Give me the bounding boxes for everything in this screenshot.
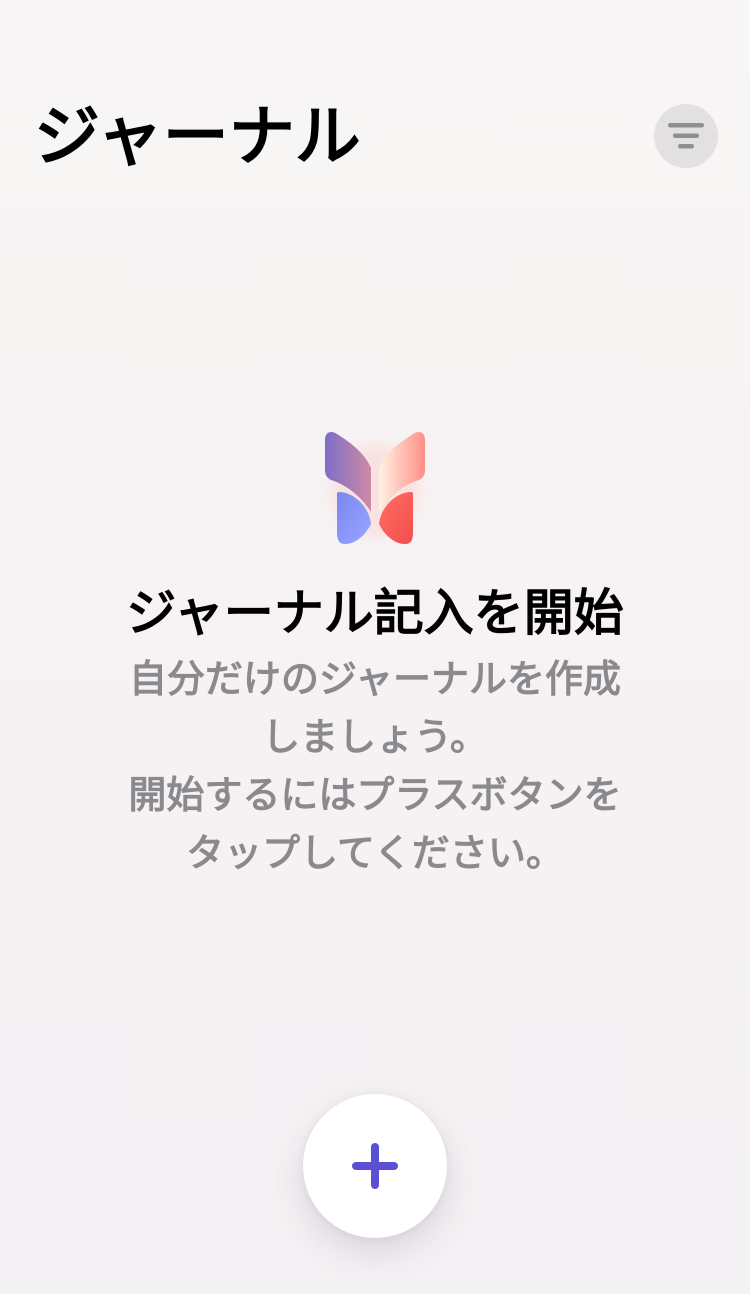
description-line: 自分だけのジャーナルを作成	[128, 657, 622, 701]
plus-icon	[352, 1143, 398, 1189]
journal-butterfly-logo	[325, 432, 425, 544]
empty-state-title: ジャーナル記入を開始	[126, 584, 624, 642]
filter-lines-icon	[668, 123, 704, 149]
description-line: しましょう。	[262, 715, 488, 759]
description-line: タップしてください。	[186, 831, 564, 875]
page-title: ジャーナル	[34, 98, 361, 175]
header: ジャーナル	[0, 0, 750, 200]
add-entry-button[interactable]	[303, 1094, 447, 1238]
filter-button[interactable]	[654, 104, 718, 168]
description-line: 開始するにはプラスボタンを	[128, 773, 622, 817]
empty-state-description: 自分だけのジャーナルを作成 しましょう。 開始するにはプラスボタンを タップして…	[115, 650, 635, 882]
